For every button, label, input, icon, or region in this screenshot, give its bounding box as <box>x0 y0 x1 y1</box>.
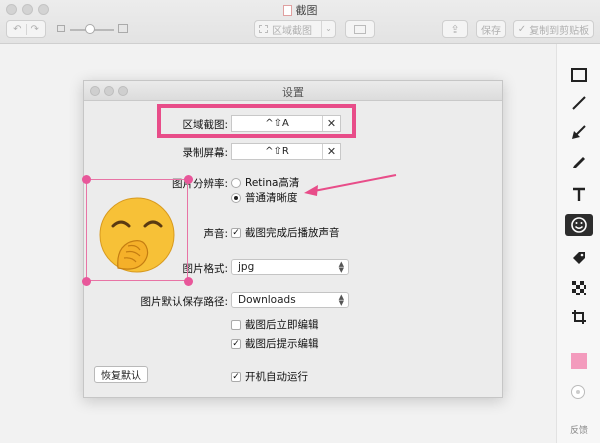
rectangle-tool-icon[interactable] <box>565 64 593 86</box>
resize-handle-top-left[interactable] <box>82 175 91 184</box>
tool-sidebar: 反馈 <box>556 44 600 443</box>
stroke-size-icon[interactable] <box>571 385 585 399</box>
emoji-tool-icon[interactable] <box>565 214 593 236</box>
pen-tool-icon[interactable] <box>565 150 593 172</box>
feedback-link[interactable]: 反馈 <box>557 423 600 436</box>
arrow-tool-icon[interactable] <box>565 121 593 143</box>
resize-handle-top-right[interactable] <box>184 175 193 184</box>
mosaic-tool-icon[interactable] <box>565 277 593 299</box>
line-tool-icon[interactable] <box>565 92 593 114</box>
text-tool-icon[interactable] <box>565 183 593 205</box>
crop-tool-icon[interactable] <box>565 306 593 328</box>
hand-over-mouth-emoji-icon[interactable] <box>96 196 178 274</box>
resize-handle-bottom-right[interactable] <box>184 277 193 286</box>
color-swatch[interactable] <box>571 353 587 369</box>
stroke-size-dot <box>576 390 580 394</box>
screenshot-editor-window: 截图 ↶ ↷ 区域截图 ⌄ ⇪ 保存 ✓ 复制到剪贴板 设置 区域截图: ^⇧A… <box>0 0 600 443</box>
tag-tool-icon[interactable] <box>565 247 593 269</box>
resize-handle-bottom-left[interactable] <box>82 277 91 286</box>
